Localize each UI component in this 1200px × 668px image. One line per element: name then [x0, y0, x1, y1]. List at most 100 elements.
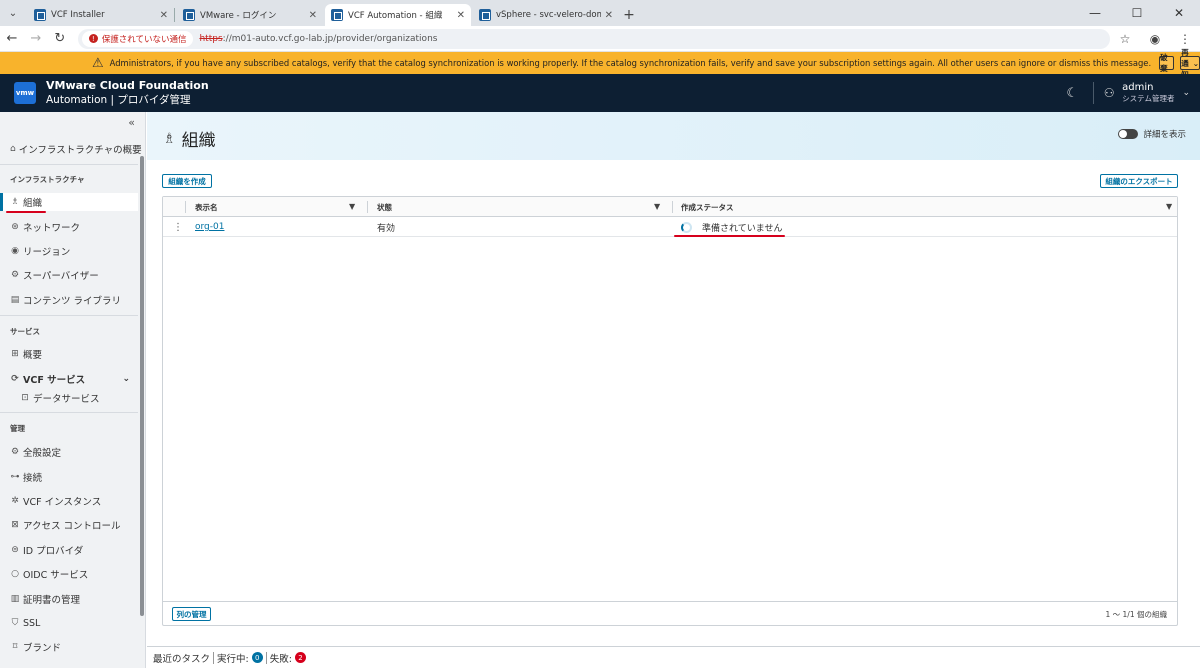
column-header-creation-status[interactable]: 作成ステータス: [681, 197, 734, 217]
column-header-display-name[interactable]: 表示名: [195, 197, 218, 217]
browser-tabstrip: ⌄ VCF Installer ✕ VMware - ログイン ✕ VCF Au…: [0, 0, 1200, 26]
sidebar-item-id-provider[interactable]: ⊜ ID プロバイダ: [0, 541, 138, 559]
sidebar-divider: [0, 315, 138, 316]
close-tab-icon[interactable]: ✕: [309, 10, 317, 21]
sidebar-item-data-services[interactable]: ⊡ データサービス: [0, 389, 138, 407]
sidebar-item-oidc-service[interactable]: ○ OIDC サービス: [0, 565, 138, 583]
chevron-down-icon[interactable]: ⌄: [1182, 88, 1190, 98]
filter-icon[interactable]: ▼: [349, 202, 355, 211]
browser-tab[interactable]: vSphere - svc-velero-domain-c ✕: [473, 4, 619, 26]
collapse-sidebar-icon[interactable]: «: [128, 116, 135, 129]
toggle-switch[interactable]: [1118, 129, 1139, 139]
brand-title: VMware Cloud Foundation: [46, 79, 209, 92]
sidebar-item-connections[interactable]: ⊶ 接続: [0, 468, 138, 486]
forward-icon[interactable]: →: [24, 31, 48, 46]
page-header: ♗ 組織 詳細を表示: [147, 112, 1200, 160]
favicon-icon: [183, 9, 195, 21]
sidebar-scrollbar-thumb[interactable]: [140, 156, 144, 616]
sidebar-item-access-control[interactable]: ⊠ アクセス コントロール: [0, 516, 138, 534]
bookmark-star-icon[interactable]: ☆: [1110, 32, 1140, 46]
tab-divider: [174, 8, 175, 22]
banner-message: Administrators, if you have any subscrib…: [109, 58, 1152, 68]
close-tab-icon[interactable]: ✕: [457, 10, 465, 21]
chevron-down-icon[interactable]: ⌄: [122, 374, 130, 384]
favicon-icon: [331, 9, 343, 21]
sidebar-item-label: スーパーバイザー: [23, 271, 99, 282]
sidebar-item-label: インフラストラクチャの概要: [18, 145, 142, 156]
running-count-badge[interactable]: 0: [251, 652, 263, 663]
create-organization-button[interactable]: 組織を作成: [162, 174, 212, 188]
sidebar-item-summary[interactable]: ⊞ 概要: [0, 345, 138, 363]
menu-kebab-icon[interactable]: ⋮: [1170, 32, 1200, 46]
sidebar-item-label: VCF サービス: [23, 375, 86, 386]
discard-button[interactable]: 破棄: [1159, 53, 1175, 73]
sidebar-item-network[interactable]: ⊛ ネットワーク: [0, 218, 138, 236]
favicon-icon: [34, 9, 46, 21]
sidebar-item-label: 全般設定: [23, 448, 62, 459]
org-name-link[interactable]: org-01: [195, 217, 224, 237]
omnibox[interactable]: ! 保護されていない通信 https://m01-auto.vcf.go-lab…: [77, 28, 1110, 49]
sidebar-item-general-settings[interactable]: ⚙ 全般設定: [0, 443, 138, 461]
connection-icon: ⊶: [10, 472, 20, 482]
sidebar-item-label: 概要: [23, 350, 43, 361]
sidebar-scrollbar[interactable]: [139, 132, 145, 668]
minimize-icon[interactable]: —: [1074, 0, 1116, 26]
id-provider-icon: ⊜: [11, 545, 19, 555]
close-tab-icon[interactable]: ✕: [605, 10, 613, 21]
column-divider: [185, 201, 186, 213]
dark-mode-moon-icon[interactable]: ☾: [1059, 86, 1085, 101]
sidebar-item-label: 組織: [23, 198, 43, 209]
datagrid-footer: 列の管理 1 ～ 1/1 個の組織: [163, 601, 1177, 625]
close-window-icon[interactable]: ✕: [1158, 0, 1200, 26]
url-text[interactable]: https://m01-auto.vcf.go-lab.jp/provider/…: [199, 34, 437, 44]
organization-icon: ♗: [10, 197, 20, 207]
filter-icon[interactable]: ▼: [654, 202, 660, 211]
close-tab-icon[interactable]: ✕: [160, 10, 168, 21]
maximize-icon[interactable]: ☐: [1116, 0, 1158, 26]
sidebar-item-content-library[interactable]: ▤ コンテンツ ライブラリ: [0, 291, 138, 309]
sidebar-section-infra: インフラストラクチャ: [10, 175, 85, 184]
back-icon[interactable]: ←: [0, 31, 24, 46]
browser-tab[interactable]: VCF Installer ✕: [28, 4, 174, 26]
sidebar-item-cert-management[interactable]: ▥ 証明書の管理: [0, 590, 138, 608]
sidebar-item-label: ネットワーク: [23, 223, 81, 234]
recent-tasks-bar[interactable]: 最近のタスク 実行中: 0 失敗: 2: [147, 646, 1200, 668]
instance-icon: ✲: [11, 496, 19, 506]
sidebar: « ⌂ インフラストラクチャの概要 インフラストラクチャ ♗ 組織 ⊛ ネットワ…: [0, 112, 146, 668]
browser-tab[interactable]: VMware - ログイン ✕: [177, 4, 323, 26]
warning-triangle-icon: ⚠: [92, 55, 104, 71]
export-organization-button[interactable]: 組織のエクスポート: [1100, 174, 1178, 188]
sidebar-item-brand[interactable]: ⌑ ブランド: [0, 638, 138, 656]
certificate-icon: ▥: [10, 594, 20, 604]
sidebar-item-label: 証明書の管理: [23, 595, 81, 606]
failed-count-badge[interactable]: 2: [294, 652, 306, 663]
security-chip[interactable]: ! 保護されていない通信: [81, 30, 194, 47]
sidebar-item-supervisor[interactable]: ⚙ スーパーバイザー: [0, 266, 138, 284]
sidebar-item-ssl[interactable]: ⛉ SSL: [0, 614, 138, 632]
show-details-toggle[interactable]: 詳細を表示: [1118, 128, 1186, 140]
sidebar-item-label: アクセス コントロール: [23, 521, 121, 532]
reload-icon[interactable]: ↻: [48, 31, 72, 46]
profile-icon[interactable]: ◉: [1140, 32, 1170, 46]
browser-tab-active[interactable]: VCF Automation - 組織 ✕: [325, 4, 471, 26]
sidebar-item-vcf-instances[interactable]: ✲ VCF インスタンス: [0, 492, 138, 510]
row-actions-kebab-icon[interactable]: ⋮: [173, 217, 183, 237]
column-header-state[interactable]: 状態: [377, 197, 392, 217]
sidebar-item-organizations[interactable]: ♗ 組織: [0, 193, 138, 211]
sidebar-divider: [0, 164, 138, 165]
page-title-text: 組織: [181, 131, 216, 151]
main-content: ♗ 組織 詳細を表示 組織を作成 組織のエクスポート 表示名 ▼ 状態 ▼ 作成…: [147, 112, 1200, 668]
sidebar-item-region[interactable]: ◉ リージョン: [0, 242, 138, 260]
browser-tab-title: VMware - ログイン: [200, 11, 277, 21]
user-menu[interactable]: admin システム管理者: [1122, 82, 1174, 104]
show-details-label: 詳細を表示: [1143, 130, 1186, 140]
sidebar-item-infra-overview[interactable]: ⌂ インフラストラクチャの概要: [0, 140, 142, 158]
org-name[interactable]: org-01: [195, 222, 224, 232]
tab-search-chevron-icon[interactable]: ⌄: [0, 0, 26, 26]
sidebar-item-vcf-services[interactable]: ⟳ VCF サービス ⌄: [0, 370, 138, 388]
recent-tasks-title[interactable]: 最近のタスク: [153, 651, 210, 665]
remind-button[interactable]: 再通知⌄: [1180, 48, 1200, 79]
new-tab-icon[interactable]: +: [619, 4, 639, 26]
filter-icon[interactable]: ▼: [1166, 202, 1172, 211]
manage-columns-button[interactable]: 列の管理: [172, 607, 211, 621]
